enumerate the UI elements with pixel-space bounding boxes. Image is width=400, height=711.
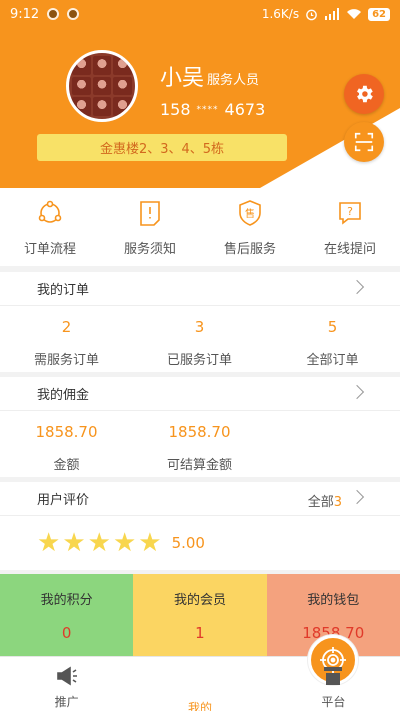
quick-item-order-flow[interactable]: 订单流程 (0, 188, 100, 266)
status-time: 9:12 (10, 6, 40, 22)
signal-icon (325, 8, 340, 20)
quick-item-label: 服务须知 (123, 242, 176, 257)
scan-button[interactable] (344, 122, 384, 162)
nav-promote[interactable]: 推广 (0, 657, 133, 711)
scan-icon (354, 132, 374, 152)
phone-mask: **** (196, 104, 219, 115)
tile-value: 1 (195, 624, 205, 642)
star-icon: ★ (62, 528, 86, 558)
service-notice-icon (135, 198, 165, 228)
stat-amount[interactable]: 1858.70 金额 (0, 411, 133, 479)
tile-title: 我的积分 (40, 593, 93, 608)
svg-text:?: ? (347, 205, 353, 218)
star-icon: ★ (37, 528, 61, 558)
network-speed: 1.6K/s (261, 7, 300, 21)
stat-value: 5 (327, 318, 338, 336)
stat-all-orders[interactable]: 5 全部订单 (266, 306, 399, 374)
reviews-count: 3 (333, 495, 342, 510)
platform-icon (324, 667, 343, 685)
chevron-right-icon (349, 489, 365, 505)
chevron-right-icon (349, 279, 365, 295)
nav-label: 我的 (187, 701, 212, 711)
quick-item-after-sales[interactable]: 售 售后服务 (200, 188, 300, 266)
tile-members[interactable]: 我的会员 1 (133, 574, 267, 656)
star-icon: ★ (138, 528, 162, 558)
tile-value: 0 (61, 624, 72, 642)
order-flow-icon (35, 198, 65, 228)
wifi-icon (347, 9, 362, 19)
bottom-nav: 推广 我的 平台 (0, 635, 400, 711)
profile-header: 小吴 服务人员 158 **** 4673 金惠楼2、3、4、5栋 (0, 28, 400, 188)
section-title: 我的订单 (37, 283, 90, 298)
notification-icon (67, 8, 80, 20)
quick-menu: 订单流程 服务须知 售 售后服务 ? 在线提问 (0, 188, 400, 266)
stat-pending-orders[interactable]: 2 需服务订单 (0, 306, 133, 374)
nav-label: 推广 (54, 695, 79, 709)
gear-icon (357, 85, 373, 103)
user-role: 服务人员 (207, 73, 260, 88)
tile-points[interactable]: 我的积分 0 (0, 574, 134, 656)
commission-header[interactable]: 我的佣金 (0, 377, 400, 411)
status-bar: 9:12 1.6K/s 62 (0, 0, 400, 28)
tile-title: 我的会员 (173, 593, 226, 608)
stat-value: 1858.70 (168, 423, 231, 441)
after-sales-icon: 售 (235, 198, 265, 228)
stat-label: 已服务订单 (166, 353, 232, 368)
stat-value: 1858.70 (35, 423, 98, 441)
star-icon: ★ (112, 528, 137, 558)
stat-label: 全部订单 (306, 353, 359, 368)
orders-header[interactable]: 我的订单 (0, 272, 400, 306)
orders-section: 我的订单 2 需服务订单 3 已服务订单 5 全部订单 (0, 272, 400, 372)
tile-title: 我的钱包 (307, 593, 360, 608)
user-phone: 158 **** 4673 (160, 100, 265, 119)
quick-item-label: 订单流程 (23, 242, 76, 257)
stat-label: 需服务订单 (33, 353, 99, 368)
quick-item-label: 售后服务 (223, 242, 276, 257)
quick-item-label: 在线提问 (323, 242, 376, 257)
nav-mine[interactable]: 我的 (133, 635, 359, 711)
user-name: 小吴 (160, 66, 205, 91)
rating-score: 5.00 (171, 534, 205, 552)
avatar[interactable] (66, 50, 138, 122)
stat-settleable-amount[interactable]: 1858.70 可结算金额 (133, 411, 266, 479)
notification-icon (47, 8, 60, 20)
stat-label: 金额 (53, 458, 80, 473)
building-badge: 金惠楼2、3、4、5栋 (37, 134, 287, 161)
quick-item-service-notice[interactable]: 服务须知 (100, 188, 200, 266)
phone-suffix: 4673 (224, 100, 266, 119)
reviews-section: 用户评价 全部3 ★ ★ ★ ★ ★ 5.00 (0, 482, 400, 570)
stat-value: 3 (194, 318, 205, 336)
online-question-icon: ? (335, 198, 365, 228)
chevron-right-icon (349, 384, 365, 400)
battery-indicator: 62 (368, 7, 390, 21)
reviews-header[interactable]: 用户评价 全部3 (0, 482, 400, 516)
nav-label: 平台 (321, 695, 346, 709)
rating-row: ★ ★ ★ ★ ★ 5.00 (0, 516, 400, 570)
reviews-all-link[interactable]: 全部3 (308, 491, 342, 510)
quick-item-online-question[interactable]: ? 在线提问 (300, 188, 400, 266)
stat-value: 2 (61, 318, 72, 336)
section-title: 用户评价 (37, 493, 90, 508)
star-icon: ★ (87, 528, 111, 558)
stat-served-orders[interactable]: 3 已服务订单 (133, 306, 266, 374)
megaphone-icon (56, 666, 77, 686)
commission-section: 我的佣金 1858.70 金额 1858.70 可结算金额 (0, 377, 400, 477)
alarm-icon (306, 9, 317, 20)
nav-platform[interactable]: 平台 (267, 657, 400, 711)
stat-label: 可结算金额 (166, 458, 232, 473)
section-title: 我的佣金 (37, 388, 90, 403)
svg-text:售: 售 (245, 207, 255, 220)
settings-button[interactable] (344, 74, 384, 114)
phone-prefix: 158 (160, 100, 191, 119)
reviews-all-label: 全部 (307, 495, 334, 510)
